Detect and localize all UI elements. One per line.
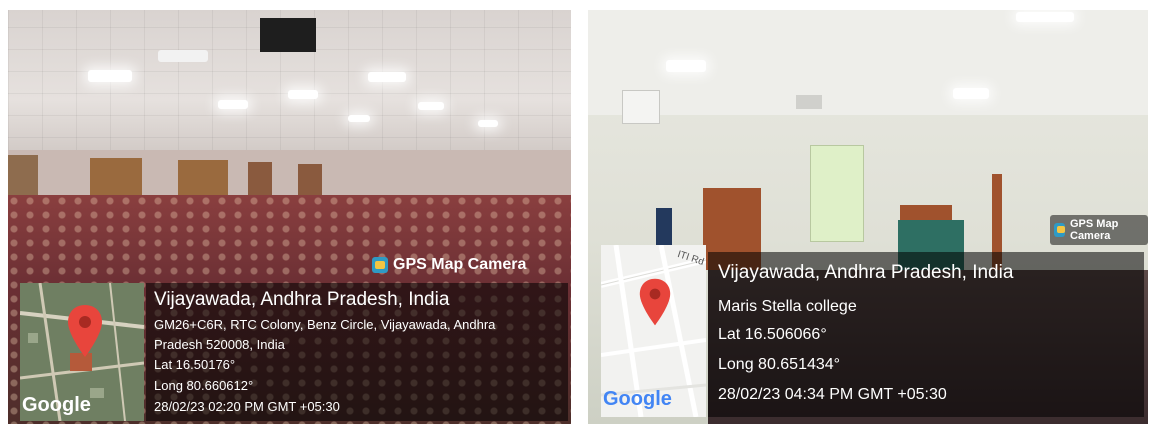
camera-icon [372, 257, 388, 273]
google-logo: Google [22, 394, 91, 416]
longitude: Long 80.651434° [718, 356, 841, 373]
app-badge-label: GPS Map Camera [1070, 218, 1119, 242]
app-badge: GPS Map Camera [1050, 215, 1148, 245]
place-name: Maris Stella college [718, 298, 857, 315]
gps-photo-classroom: GPS Map Camera ITI Rd Google Vijayawada,… [588, 10, 1148, 424]
map-thumbnail: ITI Rd Google [601, 245, 706, 417]
ceiling-light [288, 90, 318, 99]
map-pin-icon [639, 278, 671, 326]
ceiling-light [88, 70, 132, 82]
ceiling-light [368, 72, 406, 82]
latitude: Lat 16.506066° [718, 326, 827, 343]
air-conditioner [622, 90, 660, 124]
location-title: Vijayawada, Andhra Pradesh, India [154, 289, 450, 310]
address-line-2: Pradesh 520008, India [154, 337, 285, 352]
address-line-1: GM26+C6R, RTC Colony, Benz Circle, Vijay… [154, 317, 496, 332]
google-logo: Google [603, 388, 672, 410]
ceiling-light [478, 120, 498, 127]
ceiling-light [348, 115, 370, 122]
app-badge: GPS Map Camera [372, 256, 526, 274]
projector [796, 95, 822, 109]
latitude: Lat 16.50176° [154, 357, 236, 372]
longitude: Long 80.660612° [154, 378, 254, 393]
location-info-panel: Vijayawada, Andhra Pradesh, India Maris … [708, 252, 1144, 417]
ceiling-light [1016, 12, 1074, 22]
timestamp: 28/02/23 02:20 PM GMT +05:30 [154, 399, 340, 414]
ceiling-light [666, 60, 706, 72]
projector [260, 18, 316, 52]
gps-photo-auditorium: GPS Map Camera Google Vijayawada, Andhra… [8, 10, 571, 424]
ceiling-panel [158, 50, 208, 62]
map-thumbnail: Google [20, 283, 144, 421]
ceiling-light [418, 102, 444, 110]
map-pin-icon [68, 305, 102, 357]
timestamp: 28/02/23 04:34 PM GMT +05:30 [718, 386, 947, 403]
ceiling-light [218, 100, 248, 109]
projection-screen [810, 145, 864, 242]
location-title: Vijayawada, Andhra Pradesh, India [718, 262, 1014, 283]
app-badge-label: GPS Map Camera [393, 256, 527, 273]
location-info-panel: Vijayawada, Andhra Pradesh, India GM26+C… [146, 283, 568, 421]
camera-icon [1054, 223, 1065, 237]
ceiling-light [953, 88, 989, 99]
